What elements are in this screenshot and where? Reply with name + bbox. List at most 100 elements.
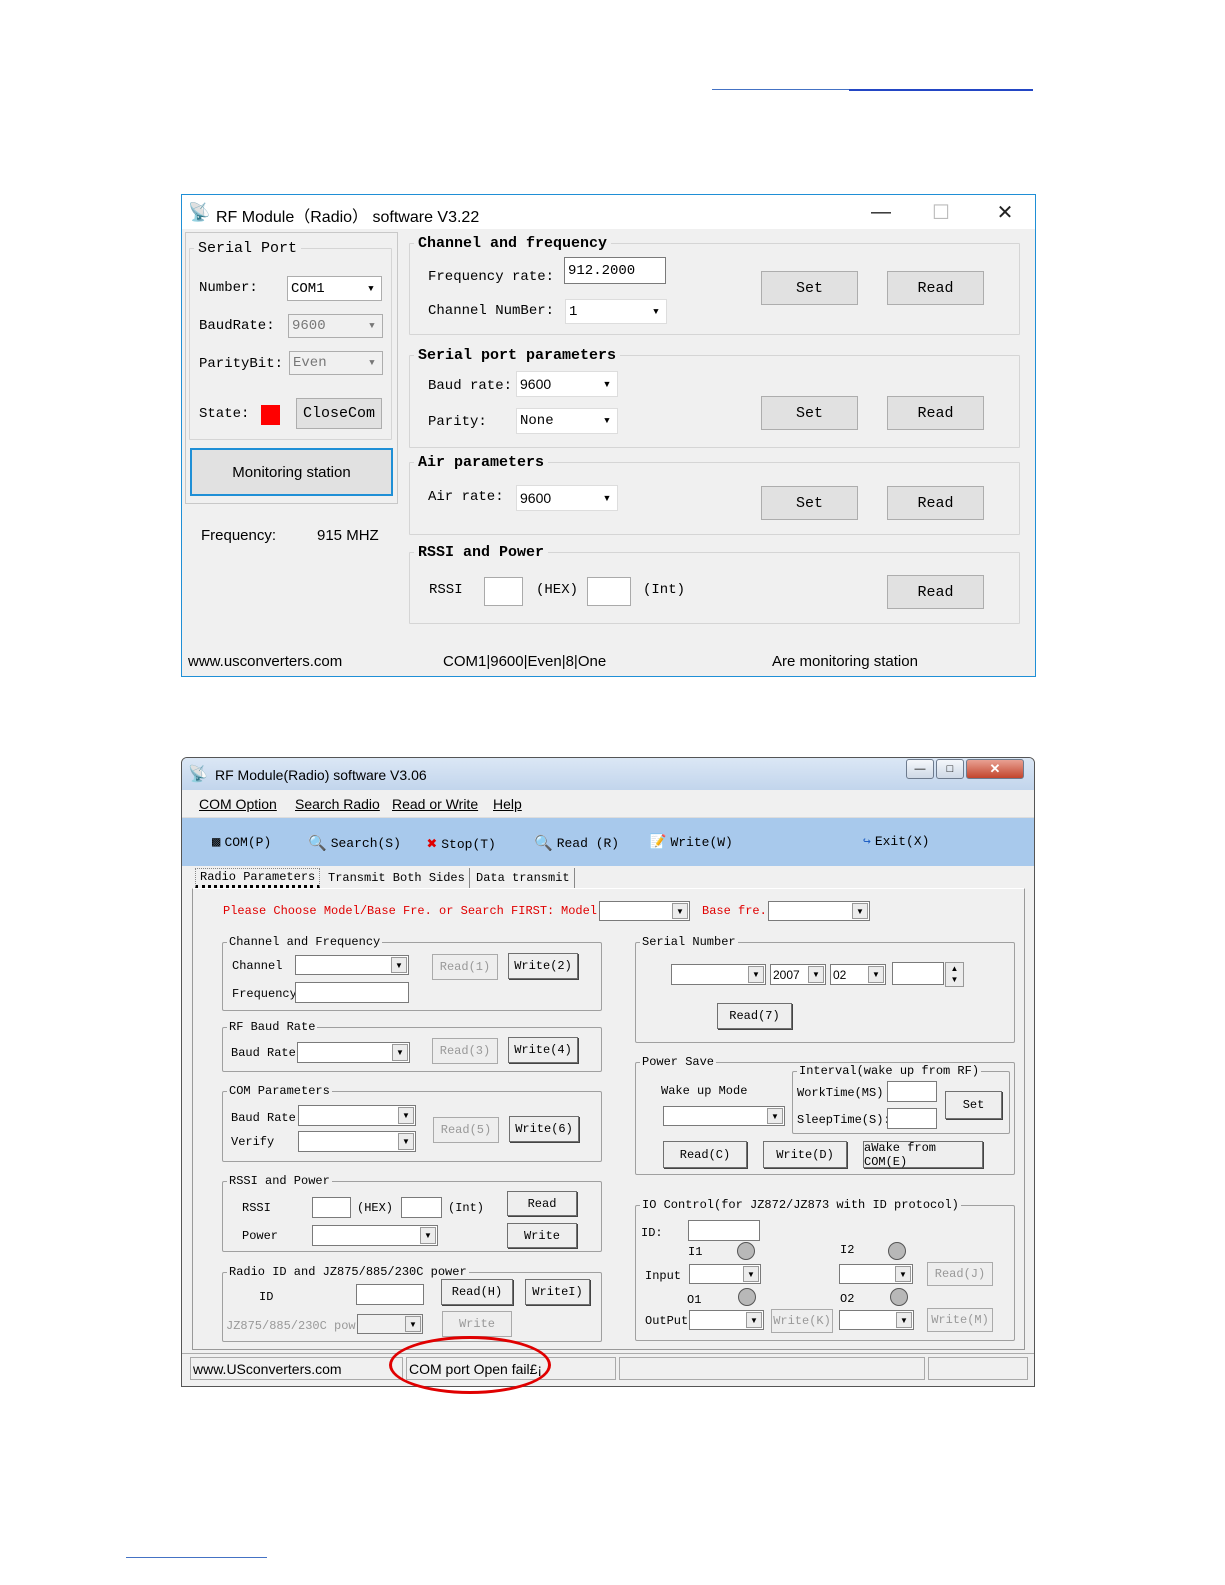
write-i-button[interactable]: WriteI) xyxy=(525,1279,590,1305)
serial-year-select[interactable]: 2007 ▼ xyxy=(770,964,826,985)
output-2-select[interactable]: ▼ xyxy=(839,1310,914,1330)
sleeptime-label: SleepTime(S): xyxy=(797,1113,891,1127)
write-k-button[interactable]: Write(K) xyxy=(771,1309,833,1333)
channel-read-button[interactable]: Read xyxy=(887,271,984,305)
read-1-button[interactable]: Read(1) xyxy=(432,954,498,980)
interval-set-button[interactable]: Set xyxy=(945,1091,1002,1119)
input-1-select[interactable]: ▼ xyxy=(689,1264,761,1284)
worktime-field[interactable] xyxy=(887,1081,937,1102)
close-button[interactable]: ✕ xyxy=(966,759,1024,779)
jz-power-select[interactable]: ▼ xyxy=(357,1314,423,1334)
menu-search-radio[interactable]: Search Radio xyxy=(295,796,380,812)
rssi-read-button[interactable]: Read xyxy=(507,1191,577,1216)
radio-id-legend: Radio ID and JZ875/885/230C power xyxy=(229,1265,467,1279)
tab-data-transmit[interactable]: Data transmit xyxy=(472,868,575,888)
serial-spin-button[interactable]: ▲ ▼ xyxy=(945,962,964,987)
io-id-label: ID: xyxy=(641,1226,663,1240)
paritybit-select[interactable]: Even ▼ xyxy=(289,351,383,375)
com-number-select[interactable]: COM1 ▼ xyxy=(287,276,382,301)
toolbar-read-button[interactable]: 🔍 Read (R) xyxy=(534,834,619,853)
output-1-select[interactable]: ▼ xyxy=(689,1310,764,1330)
interval-legend: Interval(wake up from RF) xyxy=(799,1064,980,1078)
close-com-button[interactable]: CloseCom xyxy=(296,398,382,429)
input-2-select[interactable]: ▼ xyxy=(839,1264,913,1284)
close-button[interactable]: ✕ xyxy=(982,195,1028,229)
menu-com-option[interactable]: COM Option xyxy=(199,796,277,812)
model-select[interactable]: ▼ xyxy=(599,901,690,921)
jz-power-label: JZ875/885/230C pow xyxy=(226,1319,356,1333)
status-state: Are monitoring station xyxy=(772,653,918,670)
toolbar-exit-button[interactable]: ↪ Exit(X) xyxy=(863,834,929,849)
o2-label: O2 xyxy=(840,1292,855,1306)
search-icon: 🔍 xyxy=(308,836,327,853)
write-m-button[interactable]: Write(M) xyxy=(927,1308,993,1332)
write-6-button[interactable]: Write(6) xyxy=(509,1116,579,1142)
rf-baud-select[interactable]: ▼ xyxy=(297,1042,410,1063)
awake-from-com-button[interactable]: aWake from COM(E) xyxy=(863,1141,983,1169)
read-5-button[interactable]: Read(5) xyxy=(433,1117,499,1143)
minimize-button[interactable]: — xyxy=(906,759,934,779)
base-fre-select[interactable]: ▼ xyxy=(768,901,870,921)
air-read-button[interactable]: Read xyxy=(887,486,984,520)
menu-read-or-write[interactable]: Read or Write xyxy=(392,796,478,812)
write-4-button[interactable]: Write(4) xyxy=(508,1037,578,1063)
i1-indicator xyxy=(737,1242,755,1260)
monitoring-station-button[interactable]: Monitoring station xyxy=(190,448,393,496)
air-rate-select[interactable]: 9600 ▼ xyxy=(516,485,618,511)
serial-prefix-select[interactable]: ▼ xyxy=(671,964,766,985)
read-j-button[interactable]: Read(J) xyxy=(927,1262,993,1286)
frequency-rate-field[interactable]: 912.2000 xyxy=(564,257,666,284)
read-c-button[interactable]: Read(C) xyxy=(663,1141,747,1168)
toolbar-write-button[interactable]: 📝 Write(W) xyxy=(649,834,733,851)
parity-select[interactable]: None ▼ xyxy=(516,408,618,434)
rssi-hex-field[interactable] xyxy=(484,577,523,606)
io-id-field[interactable] xyxy=(688,1220,760,1241)
read-h-button[interactable]: Read(H) xyxy=(441,1279,513,1305)
maximize-button[interactable]: □ xyxy=(936,759,964,779)
verify-select[interactable]: ▼ xyxy=(298,1131,416,1152)
wake-up-mode-select[interactable]: ▼ xyxy=(663,1106,785,1126)
minimize-button[interactable]: — xyxy=(858,195,904,229)
serial-read-button[interactable]: Read xyxy=(887,396,984,430)
baud-rate-select[interactable]: 9600 ▼ xyxy=(516,371,618,397)
chevron-down-icon: ▼ xyxy=(368,283,374,294)
write-2-button[interactable]: Write(2) xyxy=(508,953,578,979)
channel-frequency-legend: Channel and frequency xyxy=(418,235,608,252)
tab-transmit-both-sides[interactable]: Transmit Both Sides xyxy=(324,868,470,888)
power-select[interactable]: ▼ xyxy=(312,1225,438,1246)
toolbar-stop-button[interactable]: ✖ Stop(T) xyxy=(427,834,496,855)
rssi-int-field[interactable] xyxy=(401,1197,442,1218)
maximize-button[interactable]: ☐ xyxy=(918,195,964,229)
window-title: RF Module（Radio） software V3.22 xyxy=(216,209,480,226)
chevron-down-icon: ▼ xyxy=(672,903,688,919)
power-write-button[interactable]: Write xyxy=(507,1223,577,1248)
title-bar: 📡 RF Module(Radio) software V3.06 — □ ✕ xyxy=(182,758,1034,790)
air-set-button[interactable]: Set xyxy=(761,486,858,520)
channel-number-select[interactable]: 1 ▼ xyxy=(565,299,667,324)
com-baud-select[interactable]: ▼ xyxy=(298,1105,416,1126)
rssi-hex-field[interactable] xyxy=(312,1197,351,1218)
chevron-down-icon: ▼ xyxy=(369,321,375,331)
paritybit-label: ParityBit: xyxy=(199,356,284,372)
jz-power-write-button[interactable]: Write xyxy=(442,1311,512,1337)
serial-set-button[interactable]: Set xyxy=(761,396,858,430)
radio-id-field[interactable] xyxy=(356,1284,424,1305)
channel-set-button[interactable]: Set xyxy=(761,271,858,305)
model-label: Model xyxy=(561,904,598,918)
frequency-field[interactable] xyxy=(295,982,409,1003)
serial-month-select[interactable]: 02 ▼ xyxy=(830,964,886,985)
baudrate-select[interactable]: 9600 ▼ xyxy=(288,314,383,338)
tab-radio-parameters[interactable]: Radio Parameters xyxy=(195,868,321,888)
sleeptime-field[interactable] xyxy=(887,1108,937,1129)
toolbar-com-button[interactable]: ▩ COM(P) xyxy=(212,834,271,851)
rssi-power-legend: RSSI and Power xyxy=(229,1174,330,1188)
read-3-button[interactable]: Read(3) xyxy=(432,1038,498,1064)
rssi-int-field[interactable] xyxy=(587,577,631,606)
serial-sequence-field[interactable] xyxy=(892,962,944,985)
rssi-read-button[interactable]: Read xyxy=(887,575,984,609)
toolbar-search-button[interactable]: 🔍 Search(S) xyxy=(308,834,401,853)
channel-select[interactable]: ▼ xyxy=(295,955,409,975)
menu-help[interactable]: Help xyxy=(493,796,522,812)
write-d-button[interactable]: Write(D) xyxy=(763,1141,847,1168)
read-7-button[interactable]: Read(7) xyxy=(717,1003,792,1029)
